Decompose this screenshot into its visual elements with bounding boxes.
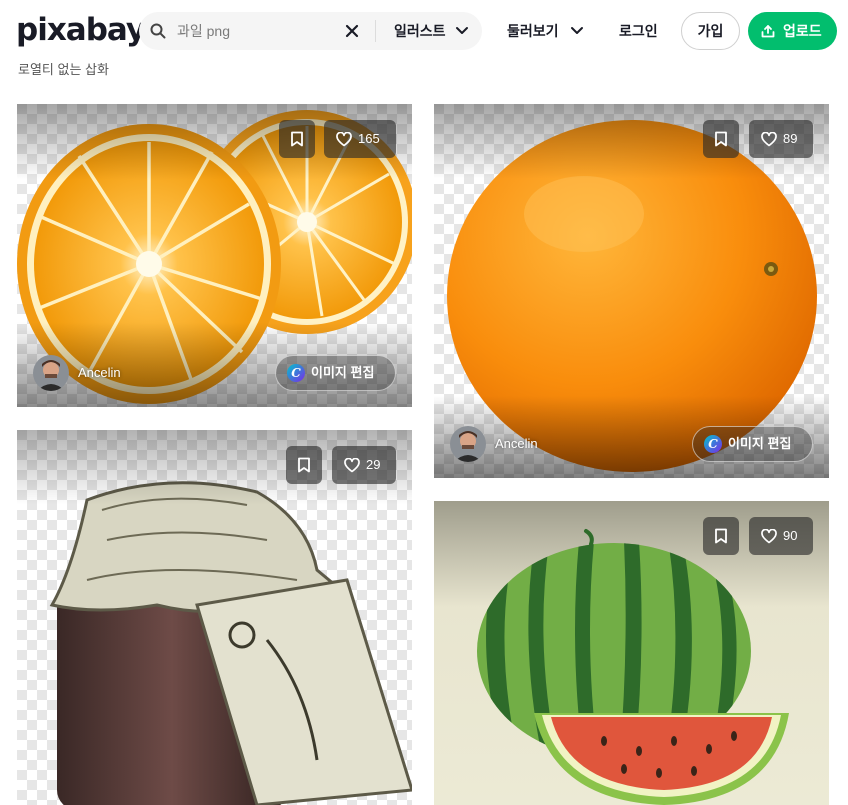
edit-image-label: 이미지 편집 xyxy=(311,365,375,380)
like-count: 90 xyxy=(783,528,798,543)
bookmark-button[interactable] xyxy=(703,517,739,555)
page-subtitle: 로열티 없는 삽화 xyxy=(18,62,109,77)
canva-icon: C xyxy=(287,364,305,382)
canva-icon: C xyxy=(704,435,722,453)
like-button[interactable]: 90 xyxy=(749,517,813,555)
login-link[interactable]: 로그인 xyxy=(619,12,658,50)
join-button[interactable]: 가입 xyxy=(681,12,740,50)
chevron-down-icon[interactable] xyxy=(570,25,584,37)
author-info[interactable]: Ancelin xyxy=(450,426,600,462)
author-name: Ancelin xyxy=(78,365,121,380)
bookmark-icon xyxy=(715,131,727,147)
avatar xyxy=(450,426,486,462)
search-input[interactable]: 과일 png xyxy=(177,12,230,50)
edit-image-button[interactable]: C 이미지 편집 xyxy=(275,355,396,391)
image-card-jam-jar[interactable]: 29 xyxy=(17,430,412,805)
bookmark-button[interactable] xyxy=(279,120,315,158)
jam-jar-image xyxy=(17,430,412,805)
heart-icon xyxy=(336,132,352,147)
like-button[interactable]: 89 xyxy=(749,120,813,158)
image-card-watermelon[interactable]: 90 xyxy=(434,501,829,805)
media-type-select[interactable]: 일러스트 xyxy=(394,12,446,50)
edit-image-label: 이미지 편집 xyxy=(728,436,792,451)
whole-orange-image xyxy=(434,104,829,478)
upload-icon xyxy=(761,25,775,38)
bookmark-button[interactable] xyxy=(286,446,322,484)
pixabay-logo[interactable]: pixabay xyxy=(16,12,146,48)
heart-icon xyxy=(761,529,777,544)
explore-menu[interactable]: 둘러보기 xyxy=(507,12,559,50)
bookmark-button[interactable] xyxy=(703,120,739,158)
bookmark-icon xyxy=(291,131,303,147)
chevron-down-icon[interactable] xyxy=(455,25,469,37)
heart-icon xyxy=(344,458,360,473)
bookmark-icon xyxy=(715,528,727,544)
like-button[interactable]: 29 xyxy=(332,446,396,484)
search-icon xyxy=(150,23,166,39)
clear-search-icon[interactable] xyxy=(345,24,359,38)
author-info[interactable]: Ancelin xyxy=(33,355,183,391)
upload-button[interactable]: 업로드 xyxy=(748,12,837,50)
author-name: Ancelin xyxy=(495,436,538,451)
avatar xyxy=(33,355,69,391)
edit-image-button[interactable]: C 이미지 편집 xyxy=(692,426,813,462)
image-card-whole-orange[interactable]: 89 Ancelin C 이미지 편집 xyxy=(434,104,829,478)
like-count: 165 xyxy=(358,131,380,146)
like-button[interactable]: 165 xyxy=(324,120,396,158)
bookmark-icon xyxy=(298,457,310,473)
search-divider xyxy=(375,20,376,42)
upload-label: 업로드 xyxy=(783,23,822,39)
top-navbar: pixabay 과일 png 일러스트 둘러보기 로그인 가입 업로드 xyxy=(0,0,848,62)
search-bar[interactable]: 과일 png 일러스트 xyxy=(139,12,482,50)
image-card-orange-halves[interactable]: 165 Ancelin C 이미지 편집 xyxy=(17,104,412,407)
like-count: 29 xyxy=(366,457,381,472)
heart-icon xyxy=(761,132,777,147)
like-count: 89 xyxy=(783,131,798,146)
